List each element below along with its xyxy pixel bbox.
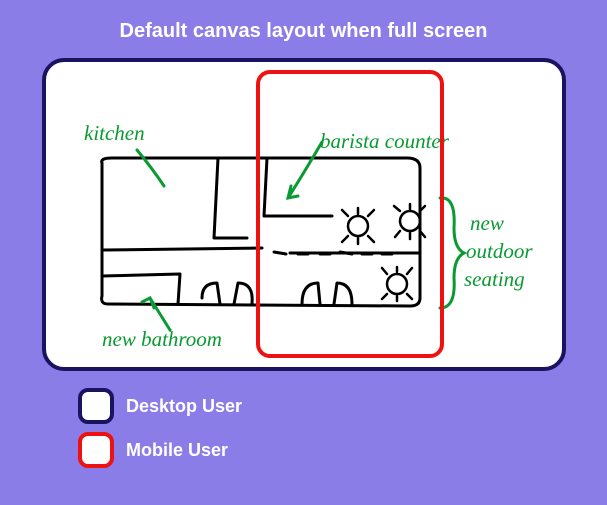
annotation-outdoor-1: new [470, 211, 504, 235]
page-title: Default canvas layout when full screen [0, 0, 607, 43]
annotation-new-bathroom: new bathroom [102, 327, 222, 351]
legend: Desktop User Mobile User [78, 388, 242, 476]
annotation-outdoor-2: outdoor [466, 239, 533, 263]
legend-swatch-desktop [78, 388, 114, 424]
canvas-diagram: kitchen barista counter new outdoor seat… [42, 58, 566, 371]
legend-label-desktop: Desktop User [126, 396, 242, 417]
legend-swatch-mobile [78, 432, 114, 468]
legend-row-mobile: Mobile User [78, 432, 242, 468]
legend-row-desktop: Desktop User [78, 388, 242, 424]
legend-label-mobile: Mobile User [126, 440, 228, 461]
annotation-outdoor-3: seating [464, 267, 525, 291]
annotation-kitchen: kitchen [84, 121, 145, 145]
mobile-viewport-frame [256, 70, 444, 358]
